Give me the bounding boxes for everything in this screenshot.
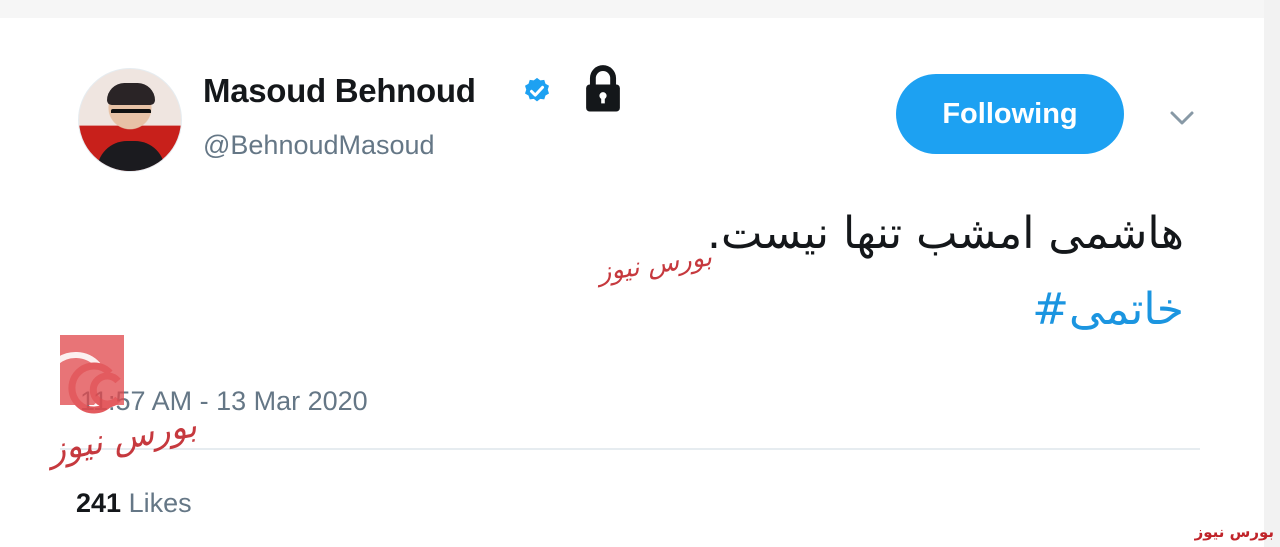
avatar-glasses [111, 109, 151, 119]
image-border-top [0, 0, 1280, 18]
likes-label: Likes [128, 488, 192, 518]
divider [60, 448, 1200, 450]
avatar-hair [107, 83, 155, 105]
avatar[interactable] [78, 68, 182, 172]
verified-badge-icon [525, 77, 549, 102]
avatar-suit [97, 141, 165, 171]
chevron-down-icon[interactable] [1166, 106, 1198, 130]
likes-count[interactable]: 241 Likes [76, 488, 192, 519]
hashtag-link[interactable]: #خاتمی [1032, 284, 1184, 335]
watermark-corner-text: بورس نیوز [1194, 523, 1274, 541]
following-button[interactable]: Following [896, 74, 1124, 154]
image-border-right [1264, 0, 1280, 547]
tweet-text: هاشمی امشب تنها نیست. [707, 208, 1184, 259]
lock-icon [586, 65, 620, 112]
author-handle[interactable]: @BehnoudMasoud [203, 130, 435, 161]
likes-number: 241 [76, 488, 122, 518]
author-name[interactable]: Masoud Behnoud [203, 72, 476, 110]
watermark-logo-icon [58, 335, 124, 418]
